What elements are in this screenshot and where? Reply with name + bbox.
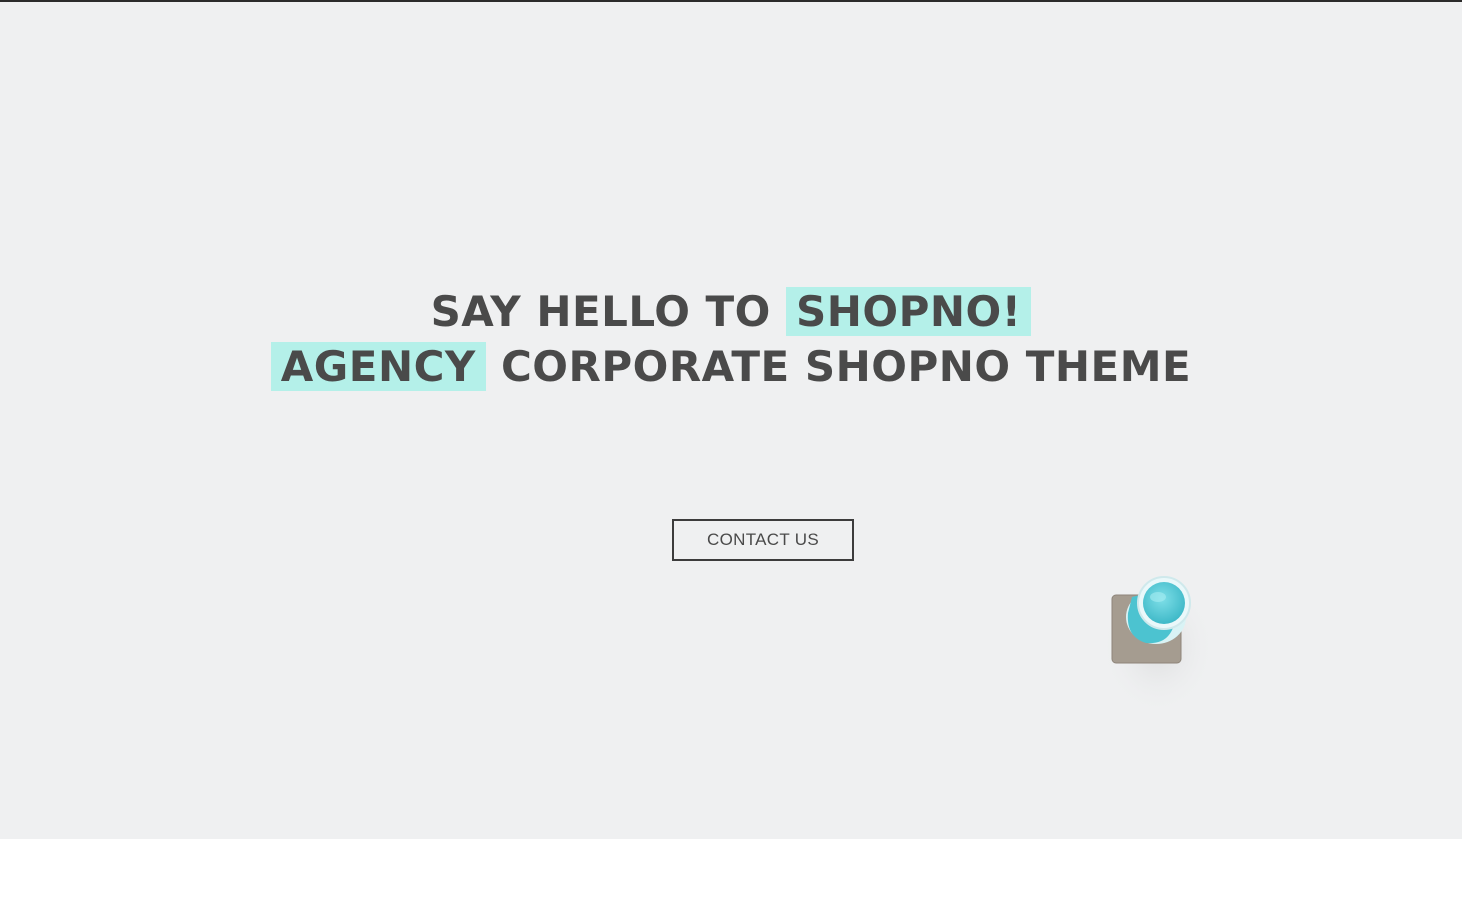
headline-highlight-agency: AGENCY bbox=[270, 342, 486, 391]
headline-text-say-hello: SAY HELLO TO bbox=[430, 287, 771, 336]
headline-line-2: AGENCY CORPORATE SHOPNO THEME bbox=[0, 339, 1462, 394]
contact-us-button[interactable]: CONTACT US bbox=[672, 519, 854, 561]
coffee-cup-icon bbox=[1098, 567, 1218, 717]
hero-section: SAY HELLO TO SHOPNO! AGENCY CORPORATE SH… bbox=[0, 2, 1462, 839]
headline-line-1: SAY HELLO TO SHOPNO! bbox=[0, 284, 1462, 339]
headline-highlight-shopno: SHOPNO! bbox=[786, 287, 1032, 336]
hero-headline: SAY HELLO TO SHOPNO! AGENCY CORPORATE SH… bbox=[0, 284, 1462, 394]
headline-text-corporate-theme: CORPORATE SHOPNO THEME bbox=[500, 342, 1192, 391]
page-footer-area bbox=[0, 839, 1462, 897]
